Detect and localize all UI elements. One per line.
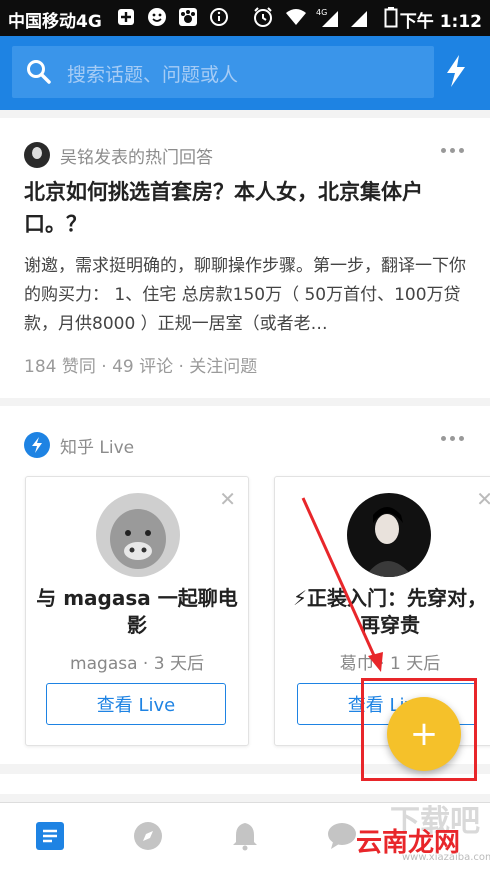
watermark-url: www.xiazaiba.com	[402, 852, 490, 863]
add-button[interactable]: +	[387, 697, 461, 771]
